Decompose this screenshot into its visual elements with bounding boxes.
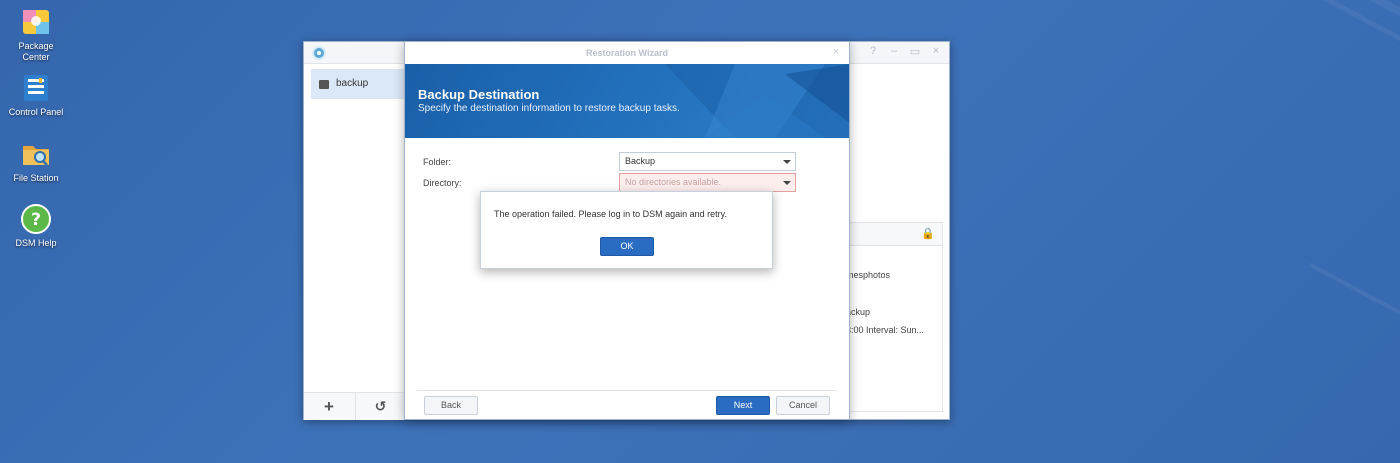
lock-settings-icon[interactable]: 🔒 — [921, 228, 935, 240]
sidebar-item-backup[interactable]: backup — [311, 69, 405, 99]
folder-label: Folder: — [423, 157, 452, 167]
desktop-icon-label: Control Panel — [8, 107, 64, 117]
footer-divider — [417, 390, 837, 391]
folder-select-value: Backup — [625, 156, 656, 166]
backup-app-logo-icon — [312, 46, 326, 60]
add-task-button[interactable]: + — [304, 393, 354, 420]
directory-select[interactable]: No directories available. — [619, 173, 796, 192]
dsm-help-icon: ? — [21, 204, 51, 234]
desktop-icon-package-center[interactable]: Package Center — [0, 6, 72, 63]
help-button[interactable]: ? — [866, 45, 880, 57]
desktop-icon-control-panel[interactable]: Control Panel — [0, 72, 72, 118]
ok-button[interactable]: OK — [600, 237, 654, 256]
back-button[interactable]: Back — [424, 396, 478, 415]
desktop-icon-dsm-help[interactable]: ? DSM Help — [0, 203, 72, 249]
directory-select-value: No directories available. — [625, 177, 722, 187]
chevron-down-icon — [783, 160, 791, 164]
error-dialog: The operation failed. Please log in to D… — [480, 191, 773, 269]
directory-label: Directory: — [423, 178, 462, 188]
maximize-button[interactable]: ▭ — [908, 45, 922, 58]
background-streak — [1308, 262, 1400, 342]
control-panel-icon — [24, 75, 48, 101]
wizard-heading: Backup Destination — [418, 87, 540, 102]
minimize-button[interactable]: – — [887, 45, 901, 57]
wizard-close-button[interactable]: × — [833, 46, 839, 58]
wizard-title: Restoration Wizard — [405, 42, 849, 64]
next-button[interactable]: Next — [716, 396, 770, 415]
task-details-text: 3:00 Interval: Sun... — [846, 325, 925, 335]
wizard-banner: Backup Destination Specify the destinati… — [405, 64, 849, 138]
cancel-button[interactable]: Cancel — [776, 396, 830, 415]
svg-text:?: ? — [31, 210, 41, 230]
task-details-panel: 🔒 mesphotos ackup 3:00 Interval: Sun... — [844, 222, 943, 412]
sidebar-item-label: backup — [336, 78, 369, 89]
folder-select[interactable]: Backup — [619, 152, 796, 171]
desktop-icon-label: Center — [22, 52, 50, 62]
chevron-down-icon — [783, 181, 791, 185]
file-station-icon — [23, 146, 49, 166]
error-message: The operation failed. Please log in to D… — [494, 209, 727, 219]
close-button[interactable]: × — [929, 45, 943, 57]
backup-task-icon — [319, 80, 329, 89]
package-center-icon — [23, 10, 49, 34]
wizard-subheading: Specify the destination information to r… — [418, 103, 680, 114]
task-details-header: 🔒 — [844, 223, 942, 246]
background-streak — [1289, 0, 1400, 67]
restore-icon[interactable]: ↺ — [355, 393, 405, 420]
desktop-icon-label: Package — [18, 41, 54, 51]
desktop-icon-label: DSM Help — [15, 238, 57, 248]
sidebar: backup + ↺ — [304, 64, 405, 420]
sidebar-toolbar: + ↺ — [304, 392, 405, 420]
task-details-text: mesphotos — [846, 270, 891, 280]
desktop-icon-label: File Station — [13, 173, 59, 183]
desktop-icon-file-station[interactable]: File Station — [0, 138, 72, 184]
